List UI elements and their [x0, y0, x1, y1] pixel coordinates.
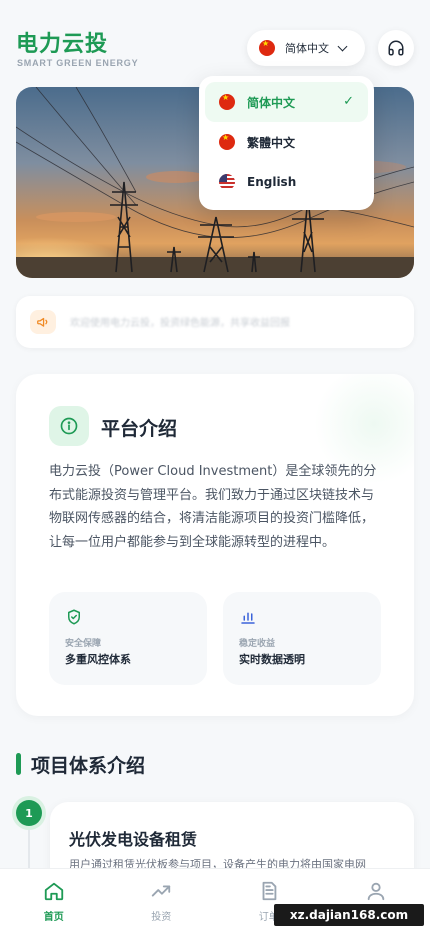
cn-flag-icon [219, 94, 235, 110]
home-icon [44, 882, 63, 901]
brand-subtitle: SMART GREEN ENERGY [17, 58, 139, 68]
section-accent-bar [16, 753, 21, 775]
language-selector-label: 简体中文 [285, 42, 329, 55]
language-selector-button[interactable]: 简体中文 [247, 30, 365, 66]
language-option-label: 简体中文 [247, 95, 296, 110]
watermark-text: xz.dajian168.com [274, 904, 424, 926]
checkmark-icon: ✓ [343, 94, 354, 109]
tab-home[interactable]: 首页 [0, 869, 108, 932]
us-flag-icon [219, 174, 235, 190]
cn-flag-icon [219, 134, 235, 150]
trending-up-icon [152, 885, 171, 897]
feature-card-returns: 稳定收益 实时数据透明 [223, 592, 381, 685]
platform-intro-description: 电力云投（Power Cloud Investment）是全球领先的分布式能源投… [49, 464, 377, 550]
feature-caption: 安全保障 [65, 639, 102, 649]
language-option-label: 繁體中文 [247, 135, 296, 150]
app-header: 电力云投 SMART GREEN ENERGY 简体中文 [0, 0, 430, 84]
document-icon [262, 881, 277, 901]
headphones-icon [388, 40, 404, 56]
language-option-simplified-chinese[interactable]: 简体中文 ✓ [205, 82, 368, 122]
feature-label: 多重风控体系 [65, 653, 131, 666]
customer-support-button[interactable] [378, 30, 414, 66]
user-icon [368, 882, 385, 901]
section-title: 项目体系介绍 [31, 754, 146, 777]
language-option-english[interactable]: English [205, 162, 368, 202]
announcement-text: 欢迎使用电力云投，投资绿色能源，共享收益回报 [70, 318, 290, 329]
platform-intro-card: 平台介绍 电力云投（Power Cloud Investment）是全球领先的分… [16, 374, 414, 716]
megaphone-icon [30, 310, 56, 334]
cn-flag-icon [259, 40, 275, 56]
brand-title: 电力云投 [16, 32, 109, 57]
language-dropdown-menu: 简体中文 ✓ 繁體中文 English [199, 76, 374, 210]
feature-label: 实时数据透明 [239, 653, 305, 666]
feature-card-security: 安全保障 多重风控体系 [49, 592, 207, 685]
language-option-label: English [247, 175, 297, 189]
tab-invest[interactable]: 投资 [108, 869, 216, 932]
bar-chart-icon [241, 612, 255, 624]
chevron-down-icon [337, 41, 348, 51]
tab-label: 投资 [151, 912, 172, 923]
feature-caption: 稳定收益 [239, 639, 276, 649]
project-title: 光伏发电设备租赁 [69, 830, 198, 849]
info-icon [49, 406, 89, 446]
project-section-heading: 项目体系介绍 [16, 752, 146, 777]
announcement-bar[interactable]: 欢迎使用电力云投，投资绿色能源，共享收益回报 [16, 296, 414, 348]
shield-check-icon [68, 609, 80, 625]
step-number-badge: 1 [16, 800, 42, 826]
platform-intro-title: 平台介绍 [101, 418, 178, 440]
language-option-traditional-chinese[interactable]: 繁體中文 [205, 122, 368, 162]
tab-label: 首页 [43, 912, 64, 923]
